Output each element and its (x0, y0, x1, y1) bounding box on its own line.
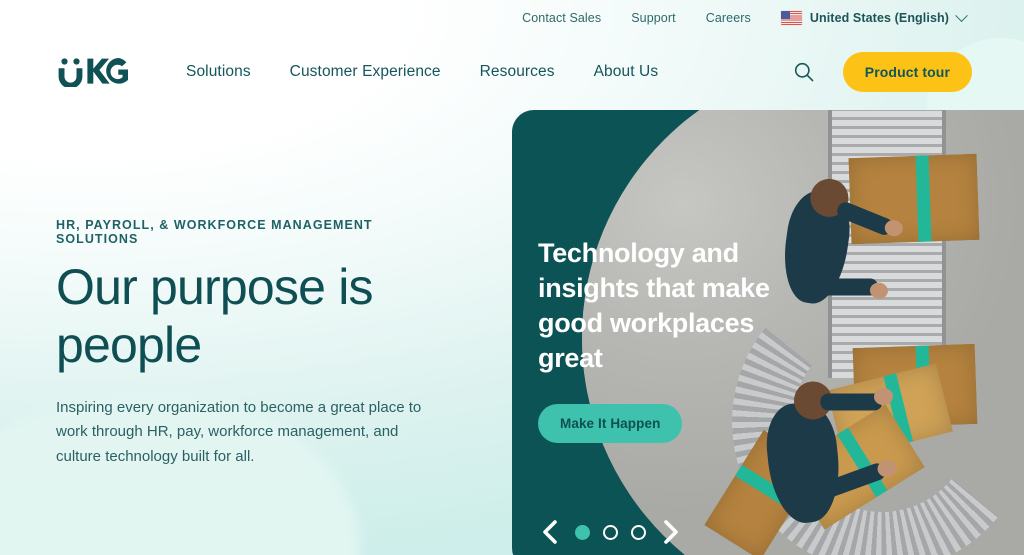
main-header: Solutions Customer Experience Resources … (0, 36, 1024, 108)
utility-link-contact-sales[interactable]: Contact Sales (522, 11, 601, 25)
utility-link-support[interactable]: Support (631, 11, 675, 25)
nav-item-about-us[interactable]: About Us (594, 63, 659, 81)
search-icon (794, 62, 814, 82)
search-button[interactable] (791, 59, 817, 85)
hero-description: Inspiring every organization to become a… (56, 399, 422, 465)
carousel-dot-1[interactable] (575, 524, 590, 540)
hero-carousel-panel: Technology and insights that make good w… (512, 110, 1024, 555)
hero-slide-title: Technology and insights that make good w… (538, 238, 770, 374)
nav-item-solutions[interactable]: Solutions (186, 63, 251, 81)
nav-item-resources[interactable]: Resources (480, 63, 555, 81)
primary-navigation: Solutions Customer Experience Resources … (186, 63, 658, 81)
header-actions: Product tour (791, 52, 972, 92)
ukg-logo-icon (58, 58, 128, 87)
carousel-dot-3[interactable] (631, 524, 646, 540)
ukg-logo[interactable] (56, 57, 128, 87)
hero-left-content: HR, PAYROLL, & WORKFORCE MANAGEMENT SOLU… (56, 218, 456, 469)
utility-bar: Contact Sales Support Careers United Sta… (0, 0, 1024, 36)
chevron-right-icon (664, 520, 678, 544)
carousel-next-button[interactable] (659, 518, 683, 546)
locale-selector[interactable]: United States (English) (780, 8, 968, 25)
utility-link-careers[interactable]: Careers (706, 11, 751, 25)
chevron-left-icon (543, 520, 557, 544)
worker-hand (876, 459, 898, 479)
carousel-controls (538, 518, 683, 546)
page-title: Our purpose is people (56, 259, 374, 373)
worker-hand (868, 281, 889, 300)
chevron-down-icon (955, 8, 968, 22)
locale-label: United States (English) (809, 11, 949, 25)
worker-hand (873, 387, 894, 407)
nav-item-customer-experience[interactable]: Customer Experience (290, 63, 441, 81)
us-flag-icon (780, 11, 802, 25)
carousel-dot-2[interactable] (603, 524, 618, 540)
hero-slide-content: Technology and insights that make good w… (538, 236, 788, 444)
product-tour-button[interactable]: Product tour (842, 52, 972, 92)
hero-eyebrow: HR, PAYROLL, & WORKFORCE MANAGEMENT SOLU… (56, 218, 373, 246)
carousel-prev-button[interactable] (538, 518, 562, 546)
make-it-happen-button[interactable]: Make It Happen (538, 404, 683, 444)
